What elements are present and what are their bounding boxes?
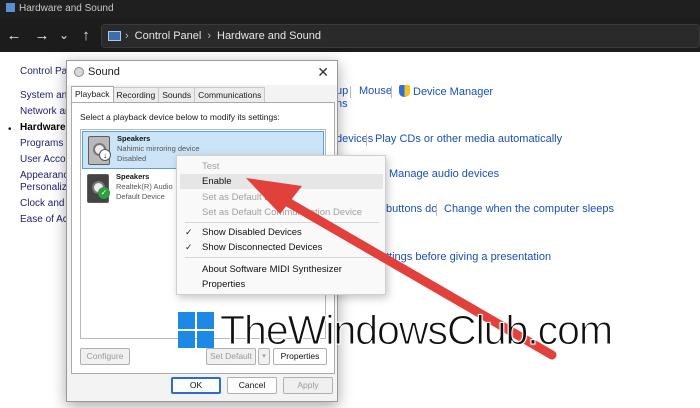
tab-playback[interactable]: Playback [71,86,114,102]
instruction-text: Select a playback device below to modify… [80,112,280,122]
tab-recording[interactable]: Recording [112,87,160,103]
device-status: Default Device [116,192,165,201]
menu-item-show-disabled[interactable]: Show Disabled Devices [202,227,302,238]
control-panel-icon [108,31,121,41]
active-bullet-icon: • [8,124,12,135]
uac-shield-icon [399,85,410,97]
disabled-arrow-icon: ↓ [99,149,111,161]
speaker-icon [74,67,84,77]
link-buttons-do[interactable]: buttons do [386,203,437,215]
tab-sounds[interactable]: Sounds [158,87,196,103]
device-name: Speakers [116,172,150,181]
sidebar-item-ease-of-access[interactable]: Ease of Acc [20,214,73,225]
forward-arrow-icon[interactable]: → [30,27,54,44]
dialog-tabs: Playback Recording Sounds Communications [71,86,266,103]
breadcrumb-control-panel[interactable]: Control Panel [135,30,202,42]
device-name: Speakers [117,134,151,143]
apply-button[interactable]: Apply [283,377,333,394]
windows-logo-icon [178,312,214,348]
address-bar[interactable]: › Control Panel › Hardware and Sound [101,24,700,48]
link-change-sleep[interactable]: Change when the computer sleeps [444,203,614,215]
control-panel-icon [6,3,15,12]
menu-item-properties[interactable]: Properties [202,279,245,290]
dialog-title: Sound [88,66,120,78]
up-arrow-icon[interactable]: ↑ [74,27,98,44]
menu-item-show-disconnected[interactable]: Show Disconnected Devices [202,242,322,253]
sidebar-item-programs[interactable]: Programs [20,138,63,149]
window-title: Hardware and Sound [19,3,114,14]
menu-item-set-default[interactable]: Set as Default Device [202,192,293,203]
ok-button[interactable]: OK [171,377,221,394]
sidebar-item-user-accounts[interactable]: User Accou [20,154,71,165]
window-title-bar: Hardware and Sound [0,0,700,18]
breadcrumb-hardware-and-sound[interactable]: Hardware and Sound [217,30,321,42]
link-play-cds[interactable]: Play CDs or other media automatically [375,133,562,145]
back-arrow-icon[interactable]: ← [2,27,26,44]
device-description: Nahimic mirroring device [117,144,200,153]
menu-item-set-default-communication[interactable]: Set as Default Communication Device [202,207,362,218]
divider [366,134,367,146]
configure-button[interactable]: Configure [80,348,130,365]
menu-item-about-midi[interactable]: About Software MIDI Synthesizer [202,264,342,275]
divider [350,86,351,98]
divider [436,204,437,216]
link-devices[interactable]: devices [336,133,373,145]
tab-communications[interactable]: Communications [194,87,266,103]
link-device-manager[interactable]: Device Manager [399,85,493,98]
context-menu: Test Enable Set as Default Device Set as… [176,155,386,295]
cancel-button[interactable]: Cancel [227,377,277,394]
link-manage-audio[interactable]: Manage audio devices [389,168,499,180]
menu-item-enable[interactable]: Enable [202,176,232,187]
recent-locations-icon[interactable]: ⌄ [52,28,76,42]
chevron-right-icon: › [125,30,129,42]
menu-divider [185,222,379,223]
close-icon[interactable]: ✕ [317,64,329,81]
divider [391,86,392,98]
navigation-bar: ← → ⌄ ↑ › Control Panel › Hardware and S… [0,18,700,52]
watermark: TheWindowsClub.com [178,302,614,358]
dialog-title-bar: Sound ✕ [67,61,337,85]
device-description: Realtek(R) Audio [116,182,173,191]
check-icon: ✓ [185,227,193,237]
checkmark-icon: ✓ [98,187,110,199]
link-presentation[interactable]: ttings before giving a presentation [386,251,551,263]
menu-item-test[interactable]: Test [202,161,219,172]
link-mouse[interactable]: Mouse [359,85,392,97]
menu-divider [185,257,379,258]
watermark-text: TheWindowsClub.com [219,306,613,353]
sidebar-item-system[interactable]: System and [20,90,73,101]
chevron-right-icon: › [207,30,211,42]
link-device-manager-label: Device Manager [413,86,494,98]
check-icon: ✓ [185,242,193,252]
